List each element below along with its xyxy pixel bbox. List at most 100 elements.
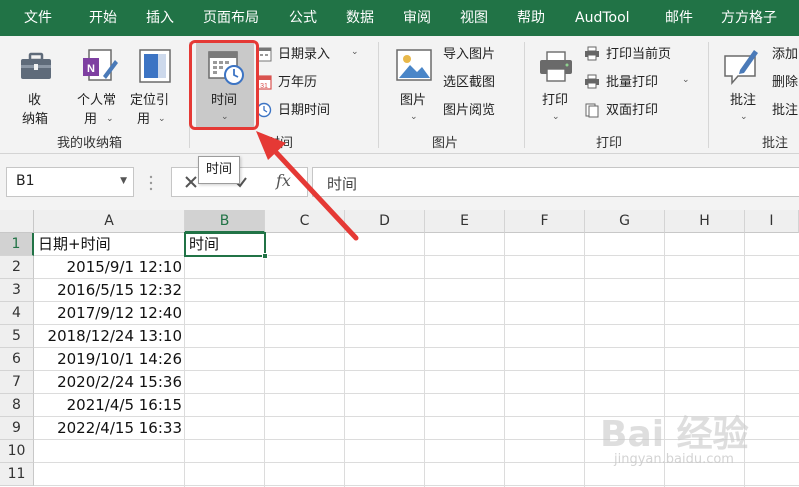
tab-page-layout[interactable]: 页面布局 bbox=[203, 0, 259, 36]
column-header-i[interactable]: I bbox=[745, 210, 799, 233]
gridline bbox=[34, 485, 799, 486]
tab-insert[interactable]: 插入 bbox=[146, 0, 174, 36]
duplex-print-button[interactable]: 双面打印 bbox=[584, 100, 694, 122]
formula-bar: B1 ▼ fx 时间 bbox=[0, 154, 799, 210]
column-header-f[interactable]: F bbox=[505, 210, 585, 233]
chevron-down-icon: ⌄ bbox=[682, 75, 690, 85]
column-header-b[interactable]: B bbox=[185, 210, 265, 233]
tab-file[interactable]: 文件 bbox=[24, 0, 52, 36]
tab-audtool[interactable]: AudTool bbox=[575, 0, 630, 36]
chevron-down-icon: ⌄ bbox=[351, 47, 359, 57]
cancel-x-icon[interactable] bbox=[184, 175, 198, 189]
select-capture-button[interactable]: 选区截图 bbox=[443, 72, 523, 94]
perpetual-calendar-button[interactable]: 31 万年历 bbox=[256, 72, 356, 94]
insert-function-fx-icon[interactable]: fx bbox=[276, 171, 291, 190]
tab-mail[interactable]: 邮件 bbox=[665, 0, 693, 36]
baidu-watermark: Bai 经验 bbox=[600, 414, 749, 455]
row-header-7[interactable]: 7 bbox=[0, 371, 34, 394]
comment-small-button[interactable]: 批注 bbox=[772, 100, 799, 122]
date-entry-label: 日期录入 bbox=[278, 47, 331, 62]
locate-reference-label-2: 用 bbox=[137, 112, 151, 127]
row-header-10[interactable]: 10 bbox=[0, 440, 34, 463]
name-box[interactable]: B1 ▼ bbox=[6, 167, 134, 197]
group-label-image: 图片 bbox=[432, 136, 459, 151]
gridline bbox=[264, 233, 265, 487]
duplex-print-label: 双面打印 bbox=[606, 103, 659, 118]
image-browse-button[interactable]: 图片阅览 bbox=[443, 100, 523, 122]
column-header-d[interactable]: D bbox=[345, 210, 425, 233]
delete-comment-button[interactable]: 删除 bbox=[772, 72, 799, 94]
column-header-g[interactable]: G bbox=[585, 210, 665, 233]
cell-a1[interactable]: 日期+时间 bbox=[38, 233, 182, 256]
personal-common-button[interactable]: N 个人常 用 ⌄ bbox=[72, 42, 128, 128]
comment-button[interactable]: 批注 ⌄ bbox=[716, 42, 768, 128]
comment-button-label: 批注 bbox=[730, 93, 757, 108]
add-comment-button[interactable]: 添加 bbox=[772, 44, 799, 66]
row-header-2[interactable]: 2 bbox=[0, 256, 34, 279]
tab-data[interactable]: 数据 bbox=[346, 0, 374, 36]
locate-reference-button[interactable]: 定位引 用 ⌄ bbox=[128, 42, 184, 128]
column-header-c[interactable]: C bbox=[265, 210, 345, 233]
drag-handle-icon[interactable] bbox=[148, 174, 154, 192]
name-box-value: B1 bbox=[16, 173, 35, 189]
select-all-corner[interactable] bbox=[0, 210, 34, 233]
date-time-button[interactable]: 日期时间 bbox=[256, 100, 366, 122]
group-label-time: 时间 bbox=[267, 136, 294, 151]
image-button[interactable]: 图片 ⌄ bbox=[388, 42, 440, 128]
tab-view[interactable]: 视图 bbox=[460, 0, 488, 36]
date-entry-button[interactable]: 日期录入 ⌄ bbox=[256, 44, 366, 66]
column-header-e[interactable]: E bbox=[425, 210, 505, 233]
column-header-h[interactable]: H bbox=[665, 210, 745, 233]
row-header-11[interactable]: 11 bbox=[0, 463, 34, 486]
row-header-6[interactable]: 6 bbox=[0, 348, 34, 371]
gridline bbox=[584, 233, 585, 487]
tab-formulas[interactable]: 公式 bbox=[289, 0, 317, 36]
gridline bbox=[504, 233, 505, 487]
baidu-watermark-url: jingyan.baidu.com bbox=[614, 452, 734, 467]
chevron-down-icon: ⌄ bbox=[410, 112, 418, 122]
group-separator bbox=[378, 42, 379, 148]
image-browse-label: 图片阅览 bbox=[443, 103, 496, 118]
row-header-3[interactable]: 3 bbox=[0, 279, 34, 302]
group-separator bbox=[708, 42, 709, 148]
comment-pen-icon bbox=[724, 50, 758, 86]
print-current-page-label: 打印当前页 bbox=[606, 47, 672, 62]
comment-small-label: 批注 bbox=[772, 103, 799, 118]
column-header-a[interactable]: A bbox=[34, 210, 185, 233]
chevron-down-icon: ⌄ bbox=[740, 112, 748, 122]
storage-box-button[interactable]: 收 纳箱 bbox=[10, 42, 62, 128]
cell-a7[interactable]: 2020/2/24 15:36 bbox=[38, 371, 182, 394]
row-header-9[interactable]: 9 bbox=[0, 417, 34, 440]
tab-review[interactable]: 审阅 bbox=[403, 0, 431, 36]
row-header-8[interactable]: 8 bbox=[0, 394, 34, 417]
print-current-page-button[interactable]: 打印当前页 bbox=[584, 44, 694, 66]
personal-common-label-1: 个人常 bbox=[77, 93, 117, 108]
storage-box-label-2: 纳箱 bbox=[22, 112, 49, 127]
cell-a9[interactable]: 2022/4/15 16:33 bbox=[38, 417, 182, 440]
row-header-1[interactable]: 1 bbox=[0, 233, 34, 256]
row-header-5[interactable]: 5 bbox=[0, 325, 34, 348]
row-header-4[interactable]: 4 bbox=[0, 302, 34, 325]
personal-common-label-2: 用 bbox=[84, 112, 98, 127]
svg-text:N: N bbox=[87, 63, 95, 75]
cell-a5[interactable]: 2018/12/24 13:10 bbox=[38, 325, 182, 348]
cell-a6[interactable]: 2019/10/1 14:26 bbox=[38, 348, 182, 371]
add-comment-label: 添加 bbox=[772, 47, 799, 62]
batch-print-button[interactable]: 批量打印 ⌄ bbox=[584, 72, 694, 94]
personal-notebook-icon: N bbox=[83, 49, 118, 81]
print-button[interactable]: 打印 ⌄ bbox=[530, 42, 582, 128]
cell-a2[interactable]: 2015/9/1 12:10 bbox=[38, 256, 182, 279]
cell-a4[interactable]: 2017/9/12 12:40 bbox=[38, 302, 182, 325]
delete-comment-label: 删除 bbox=[772, 75, 799, 90]
select-capture-label: 选区截图 bbox=[443, 75, 496, 90]
tab-home[interactable]: 开始 bbox=[89, 0, 117, 36]
formula-input[interactable]: 时间 bbox=[312, 167, 799, 197]
tab-fangfang[interactable]: 方方格子 bbox=[721, 0, 777, 36]
chevron-down-icon: ▼ bbox=[120, 176, 127, 186]
import-image-button[interactable]: 导入图片 bbox=[443, 44, 523, 66]
group-label-print: 打印 bbox=[596, 136, 623, 151]
cell-a3[interactable]: 2016/5/15 12:32 bbox=[38, 279, 182, 302]
tab-help[interactable]: 帮助 bbox=[517, 0, 545, 36]
cell-a8[interactable]: 2021/4/5 16:15 bbox=[38, 394, 182, 417]
fill-handle[interactable] bbox=[262, 253, 268, 259]
